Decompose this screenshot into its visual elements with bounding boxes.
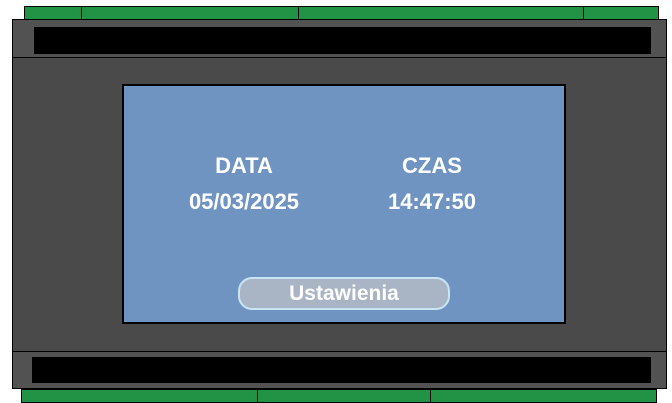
terminal-block: [583, 6, 659, 20]
bottom-rail: [13, 351, 666, 388]
top-connector-slot: [34, 27, 651, 54]
display-screen: DATA 05/03/2025 CZAS 14:47:50 Ustawienia: [122, 84, 566, 324]
bottom-connector-slot: [32, 357, 651, 383]
time-value: 14:47:50: [387, 189, 477, 214]
settings-button[interactable]: Ustawienia: [238, 277, 450, 310]
controller-device: DATA 05/03/2025 CZAS 14:47:50 Ustawienia: [0, 0, 672, 403]
date-label: DATA: [215, 153, 273, 178]
terminal-block: [24, 6, 83, 20]
terminal-block: [298, 6, 585, 20]
time-label: CZAS: [402, 153, 462, 178]
terminal-block: [257, 389, 432, 403]
terminal-block: [81, 6, 300, 20]
terminal-block: [21, 389, 259, 403]
date-value: 05/03/2025: [188, 189, 300, 214]
terminal-block: [430, 389, 657, 403]
top-rail: [13, 20, 666, 58]
